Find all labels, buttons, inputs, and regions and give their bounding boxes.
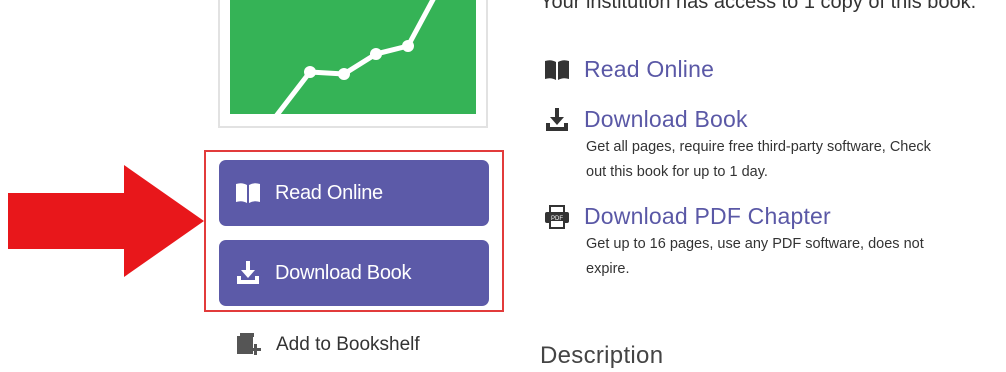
download-book-desc-line2: out this book for up to 1 day. [586,164,768,180]
download-pdf-option: PDF Download PDF Chapter Get up to 16 pa… [544,203,924,282]
book-cover [218,0,488,128]
book-icon [544,57,570,83]
read-online-button[interactable]: Read Online [219,160,489,226]
book-icon [235,180,261,206]
download-pdf-desc-line1: Get up to 16 pages, use any PDF software… [586,236,924,252]
add-to-bookshelf-label: Add to Bookshelf [276,334,420,355]
description-heading: Description [540,342,664,369]
download-book-desc-line1: Get all pages, require free third-party … [586,139,931,155]
download-book-description: Get all pages, require free third-party … [586,135,931,185]
read-online-link[interactable]: Read Online [584,56,714,83]
red-arrow [8,165,204,277]
download-book-button-label: Download Book [275,261,412,284]
cover-chart-image [230,0,476,114]
download-book-link[interactable]: Download Book [584,106,748,133]
bookshelf-add-icon [236,332,262,358]
download-book-button[interactable]: Download Book [219,240,489,306]
download-pdf-description: Get up to 16 pages, use any PDF software… [586,232,924,282]
download-pdf-chapter-link[interactable]: Download PDF Chapter [584,203,831,230]
pdf-icon: PDF [544,204,570,230]
svg-text:PDF: PDF [551,216,563,222]
read-online-option: Read Online [544,56,714,83]
download-book-option: Download Book Get all pages, require fre… [544,106,931,185]
read-online-button-label: Read Online [275,181,383,204]
download-icon [544,107,570,133]
download-icon [235,260,261,286]
access-notice: Your institution has access to 1 copy of… [540,0,977,13]
download-pdf-desc-line2: expire. [586,261,630,277]
add-to-bookshelf-link[interactable]: Add to Bookshelf [236,332,420,358]
